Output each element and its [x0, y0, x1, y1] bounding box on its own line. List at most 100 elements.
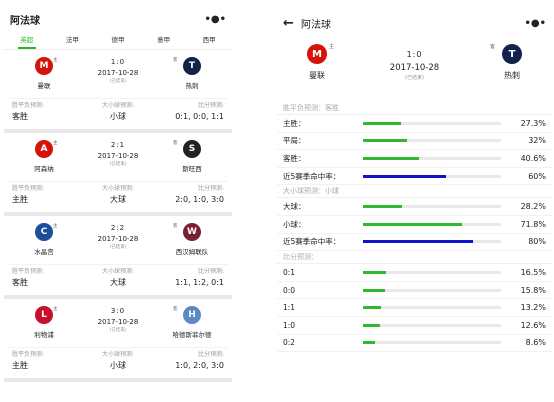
- wdl-label: 胜平负预测:: [12, 350, 45, 358]
- stat-label: 大球：: [283, 202, 306, 212]
- more-dots-icon[interactable]: •●•: [204, 14, 226, 25]
- home-tag: 主: [53, 141, 58, 146]
- match-status: (已结束): [109, 79, 127, 84]
- match-score: 1:0: [110, 58, 126, 66]
- prediction-values: 主胜 小球 1:0, 2:0, 3:0: [8, 358, 228, 372]
- stat-bar: [363, 341, 501, 345]
- away-crest-icon: S: [183, 140, 201, 158]
- away-team: T 客热刺: [156, 54, 228, 98]
- match-list-screen: 阿法球 •●• 英超 法甲 德甲 意甲 西甲 M 主曼联 1:0 2017-10-28…: [4, 6, 232, 398]
- stat-row: 近5赛季命中率： 60%: [277, 168, 552, 186]
- match-info: 1:0 2017-10-28 (已结束): [80, 54, 156, 98]
- over-under-label: 大小球预测:: [101, 184, 135, 192]
- match-card[interactable]: L 主利物浦 3:0 2017-10-28 (已结束) H 客哈德斯菲尔德胜平负预测: 大小球…: [4, 299, 232, 382]
- home-tag: 主: [53, 224, 58, 229]
- match-date: 2017-10-28: [97, 235, 139, 243]
- away-tag: 客: [173, 307, 178, 312]
- match-summary: M 主 曼联 1:0 2017-10-28 (已结束) T 客 热刺: [277, 40, 552, 102]
- home-crest-icon: A: [35, 140, 53, 158]
- home-team: L 主利物浦: [8, 303, 80, 347]
- match-row: A 主阿森纳 2:1 2017-10-28 (已结束) S 客斯旺西: [8, 137, 228, 181]
- tab-league[interactable]: 法甲: [50, 32, 96, 49]
- stat-row: 0:0 15.8%: [277, 282, 552, 300]
- home-crest-icon: M: [35, 57, 53, 75]
- stat-label: 近5赛季命中率：: [283, 171, 341, 181]
- stat-bar-fill: [363, 323, 381, 327]
- match-status: (已结束): [109, 245, 127, 250]
- score-label: 比分预测:: [197, 267, 225, 275]
- stat-label: 小球：: [283, 219, 306, 229]
- away-team-name: 西汉姆联队: [175, 248, 209, 256]
- stat-bar: [363, 174, 501, 178]
- home-team: M 主曼联: [8, 54, 80, 98]
- stat-bar-fill: [363, 240, 474, 244]
- match-row: M 主曼联 1:0 2017-10-28 (已结束) T 客热刺: [8, 54, 228, 98]
- stat-value: 28.2%: [520, 202, 546, 212]
- away-team: H 客哈德斯菲尔德: [156, 303, 228, 347]
- prediction-labels: 胜平负预测: 大小球预测: 比分预测:: [8, 98, 228, 109]
- match-card[interactable]: A 主阿森纳 2:1 2017-10-28 (已结束) S 客斯旺西 胜平负预测: 大小球预测:…: [4, 133, 232, 216]
- stat-bar: [363, 121, 501, 125]
- home-team-name: 水晶宫: [34, 248, 54, 256]
- away-team: T 客 热刺: [472, 40, 552, 102]
- over-under-prediction: 小球: [110, 111, 126, 121]
- home-crest-icon: C: [35, 223, 53, 241]
- tab-league[interactable]: 英超: [4, 32, 50, 49]
- match-info: 1:0 2017-10-28 (已结束): [357, 40, 472, 102]
- over-under-label: 大小球预测:: [101, 350, 135, 358]
- stat-bar-fill: [363, 341, 375, 345]
- stat-bar: [363, 240, 501, 244]
- stat-label: 0:2: [283, 338, 296, 348]
- more-dots-icon[interactable]: •●•: [524, 18, 546, 29]
- match-card[interactable]: M 主曼联 1:0 2017-10-28 (已结束) T 客热刺 胜平负预测: 大小球预测: 比分…: [4, 50, 232, 133]
- wdl-label: 胜平负预测:: [12, 267, 45, 275]
- app-header: 阿法球 •●•: [4, 6, 232, 32]
- stat-value: 13.2%: [520, 303, 546, 313]
- stat-value: 12.6%: [520, 320, 546, 330]
- home-crest-icon: L: [35, 306, 53, 324]
- tab-league[interactable]: 意甲: [141, 32, 187, 49]
- home-team-name: 曼联: [37, 82, 51, 90]
- stat-bar-fill: [363, 306, 382, 310]
- section-header: 大小球预测：小球: [277, 185, 552, 199]
- stat-label: 0:0: [283, 285, 296, 295]
- stat-bar: [363, 306, 501, 310]
- stat-row: 0:2 8.6%: [277, 335, 552, 353]
- stat-value: 27.3%: [520, 118, 546, 128]
- tab-league[interactable]: 西甲: [186, 32, 232, 49]
- stat-value: 40.6%: [520, 153, 546, 163]
- detail-title: 阿法球: [301, 19, 331, 31]
- stat-bar-fill: [363, 121, 401, 125]
- prediction-stats: 胜平负预测：客胜 主胜： 27.3% 平局： 32% 客胜： 40.6% 近5赛季命中率： 60…: [277, 102, 552, 353]
- match-score: 2:1: [110, 141, 126, 149]
- tab-league[interactable]: 德甲: [95, 32, 141, 49]
- match-info: 3:0 2017-10-28 (已结束): [80, 303, 156, 347]
- match-date: 2017-10-28: [97, 69, 139, 77]
- match-card[interactable]: C 主水晶宫 2:2 2017-10-28 (已结束) W 客西汉姆联队 胜平负预测: 大小球预…: [4, 216, 232, 299]
- prediction-labels: 胜平负预测: 大小球预测: 比分预测:: [8, 264, 228, 275]
- section-header: 胜平负预测：客胜: [277, 102, 552, 115]
- stat-value: 16.5%: [520, 267, 546, 277]
- away-tag: 客: [173, 58, 178, 63]
- wdl-prediction: 主胜: [12, 360, 28, 370]
- score-label: 比分预测:: [197, 350, 225, 358]
- match-date: 2017-10-28: [97, 152, 139, 160]
- stat-bar: [363, 156, 501, 160]
- away-tag: 客: [173, 224, 178, 229]
- match-score: 3:0: [110, 307, 126, 315]
- stat-bar-fill: [363, 156, 420, 160]
- over-under-prediction: 大球: [110, 277, 126, 287]
- away-tag: 客: [173, 141, 178, 146]
- wdl-prediction: 客胜: [12, 277, 28, 287]
- prediction-values: 主胜 大球 2:0, 1:0, 3:0: [8, 192, 228, 206]
- away-team-name: 热刺: [185, 82, 199, 90]
- arrow-left-icon[interactable]: ←: [283, 16, 301, 31]
- prediction-labels: 胜平负预测: 大小球预测: 比分预测:: [8, 181, 228, 192]
- prediction-values: 客胜 大球 1:1, 1:2, 0:1: [8, 275, 228, 289]
- stat-row: 0:1 16.5%: [277, 264, 552, 282]
- prediction-values: 客胜 小球 0:1, 0:0, 1:1: [8, 109, 228, 123]
- match-detail-screen: ← 阿法球 •●• M 主 曼联 1:0 2017-10-28 (已结束) T …: [277, 6, 552, 398]
- stat-bar: [363, 205, 501, 209]
- over-under-label: 大小球预测:: [101, 101, 135, 109]
- wdl-label: 胜平负预测:: [12, 101, 45, 109]
